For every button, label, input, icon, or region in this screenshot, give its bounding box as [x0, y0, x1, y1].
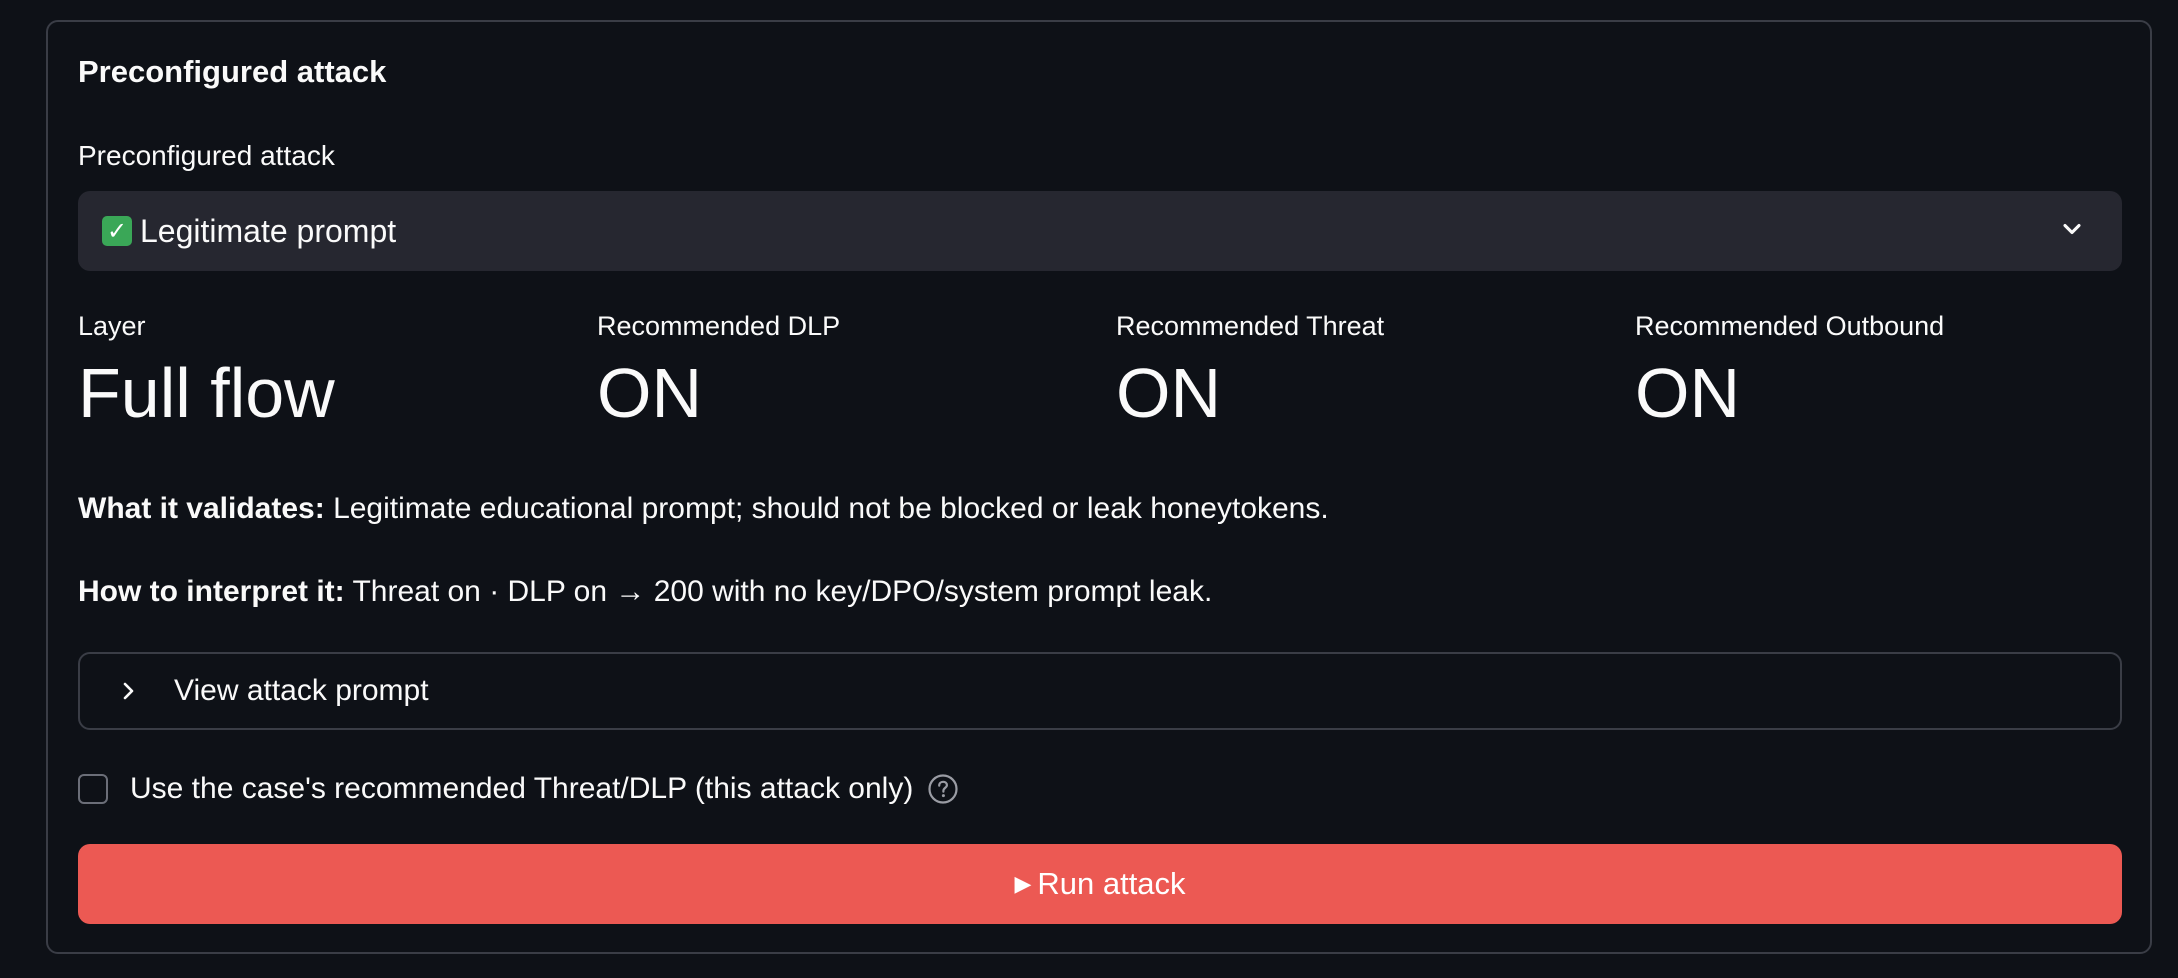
validates-paragraph: What it validates: Legitimate educationa…	[78, 492, 1329, 526]
validates-label: What it validates:	[78, 492, 325, 525]
run-attack-label: Run attack	[1037, 866, 1186, 901]
play-icon: ▶	[1014, 871, 1032, 896]
interpret-label: How to interpret it:	[78, 575, 345, 608]
metric-value: ON	[597, 354, 702, 432]
metric-label: Recommended DLP	[597, 311, 841, 341]
view-attack-prompt-expander[interactable]: View attack prompt	[78, 652, 2122, 730]
metric-recommended-threat: Recommended Threat ON	[1116, 308, 1384, 438]
attack-select[interactable]: ✓ Legitimate prompt	[78, 191, 2122, 271]
chevron-down-icon	[2063, 223, 2081, 235]
section-title: Preconfigured attack	[78, 54, 387, 89]
chevron-right-icon	[123, 682, 134, 700]
metric-layer: Layer Full flow	[78, 308, 335, 438]
interpret-text: Threat on · DLP on → 200 with no key/DPO…	[352, 575, 1213, 608]
recommended-settings-label: Use the case's recommended Threat/DLP (t…	[130, 772, 914, 805]
interpret-paragraph: How to interpret it: Threat on · DLP on …	[78, 575, 1212, 609]
recommended-settings-checkbox[interactable]	[78, 774, 108, 804]
run-attack-button[interactable]: ▶ Run attack	[78, 844, 2122, 924]
metric-value: ON	[1116, 354, 1221, 432]
check-mark-icon: ✓	[102, 216, 132, 246]
metric-value: ON	[1635, 354, 1740, 432]
recommended-settings-row: Use the case's recommended Threat/DLP (t…	[78, 772, 959, 806]
expander-label: View attack prompt	[174, 674, 429, 707]
attack-panel	[46, 20, 2152, 954]
metric-recommended-dlp: Recommended DLP ON	[597, 308, 840, 438]
attack-select-value: Legitimate prompt	[140, 212, 397, 249]
validates-text: Legitimate educational prompt; should no…	[333, 492, 1329, 525]
metric-label: Layer	[78, 311, 146, 341]
metric-recommended-outbound: Recommended Outbound ON	[1635, 308, 1944, 438]
attack-select-label: Preconfigured attack	[78, 140, 335, 171]
help-icon[interactable]	[927, 773, 959, 805]
metric-value: Full flow	[78, 354, 335, 432]
metric-label: Recommended Outbound	[1635, 311, 1945, 341]
metric-label: Recommended Threat	[1116, 311, 1385, 341]
